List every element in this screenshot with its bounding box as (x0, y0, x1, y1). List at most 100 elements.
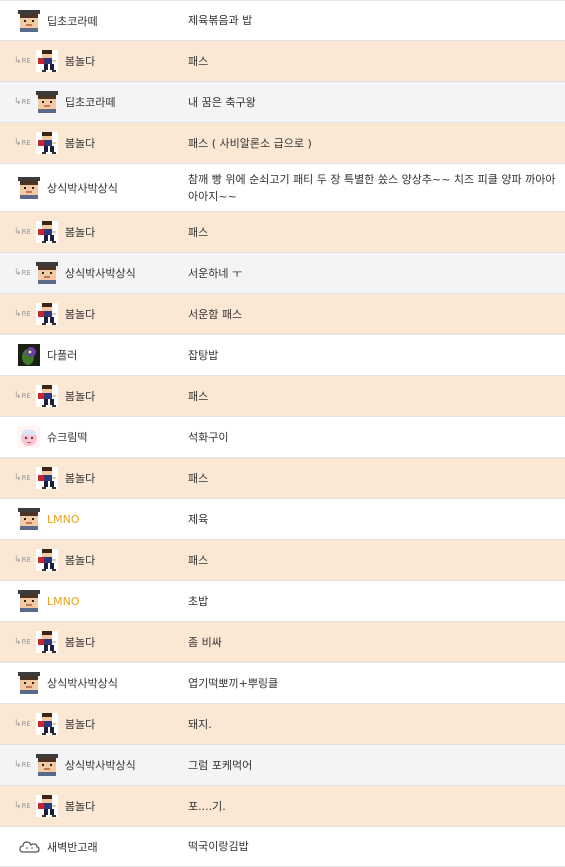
commenter[interactable]: ↳RE 딥초코라떼 (14, 82, 115, 122)
nickname[interactable]: 새벽반고래 (47, 839, 98, 855)
pixel-student-avatar-icon[interactable] (35, 754, 58, 776)
commenter[interactable]: ↳RE 봄놀다 (14, 786, 95, 826)
comment-text: 패스 ( 사비알론소 급으로 ) (188, 136, 312, 150)
reply-arrow-icon: ↳RE (14, 56, 31, 66)
commenter[interactable]: LMNO (18, 581, 80, 621)
nickname[interactable]: LMNO (47, 595, 80, 608)
pixel-student-avatar-icon[interactable] (18, 672, 40, 694)
nickname[interactable]: 상식박사박상식 (47, 675, 118, 691)
comment-reply-row[interactable]: ↳RE 봄놀다 패스 (0, 376, 565, 417)
nickname[interactable]: 다플러 (47, 347, 77, 363)
nickname[interactable]: 딥초코라떼 (65, 94, 116, 110)
nickname[interactable]: LMNO (47, 513, 80, 526)
comment-reply-row[interactable]: ↳RE 봄놀다 패스 (0, 41, 565, 82)
nickname[interactable]: 슈크림떡 (47, 429, 87, 445)
comment-reply-row[interactable]: ↳RE 봄놀다 서운함 패스 (0, 294, 565, 335)
nickname[interactable]: 딥초코라떼 (47, 13, 98, 29)
comment-reply-row[interactable]: ↳RE 봄놀다 패스 (0, 540, 565, 581)
reply-arrow-icon: ↳RE (14, 227, 31, 237)
comment-text: 포....기. (188, 799, 226, 813)
pixel-student-avatar-icon[interactable] (35, 262, 58, 284)
comment-reply-row[interactable]: ↳RE 상식박사박상식 그럼 포케먹어 (0, 745, 565, 786)
comment-reply-row[interactable]: ↳RE 봄놀다 패스 (0, 458, 565, 499)
comment-row[interactable]: 다플러 잡탕밥 (0, 335, 565, 376)
comment-reply-row[interactable]: ↳RE 봄놀다 포....기. (0, 786, 565, 827)
comment-row[interactable]: 새벽반고래 떡국이랑김밥 (0, 827, 565, 867)
commenter[interactable]: ↳RE 상식박사박상식 (14, 745, 136, 785)
commenter[interactable]: 상식박사박상식 (18, 663, 118, 703)
comment-reply-row[interactable]: ↳RE 봄놀다 돼지. (0, 704, 565, 745)
commenter[interactable]: ↳RE 봄놀다 (14, 458, 95, 498)
pixel-runner-avatar-icon[interactable] (35, 795, 58, 817)
comment-reply-row[interactable]: ↳RE 딥초코라떼 내 꿈은 축구왕 (0, 82, 565, 123)
commenter[interactable]: ↳RE 봄놀다 (14, 376, 95, 416)
reply-arrow-icon: ↳RE (14, 801, 31, 811)
comment-text: 제육 (188, 512, 209, 526)
commenter[interactable]: 딥초코라떼 (18, 1, 98, 40)
nickname[interactable]: 상식박사박상식 (65, 265, 136, 281)
nickname[interactable]: 상식박사박상식 (65, 757, 136, 773)
comment-reply-row[interactable]: ↳RE 상식박사박상식 서운하네 ㅜ (0, 253, 565, 294)
reply-arrow-icon: ↳RE (14, 637, 31, 647)
nickname[interactable]: 봄놀다 (65, 798, 95, 814)
comment-text: 서운함 패스 (188, 307, 243, 321)
nickname[interactable]: 봄놀다 (65, 552, 95, 568)
nickname[interactable]: 봄놀다 (65, 224, 95, 240)
reply-arrow-icon: ↳RE (14, 555, 31, 565)
commenter[interactable]: ↳RE 상식박사박상식 (14, 253, 136, 293)
comment-text: 돼지. (188, 717, 212, 731)
pixel-student-avatar-icon[interactable] (18, 176, 40, 199)
comment-row[interactable]: LMNO 제육 (0, 499, 565, 540)
comment-list: 딥초코라떼 제육볶음과 밥 ↳RE 봄놀다 패스 ↳RE 딥초코라떼 내 꿈은 축구왕 ↳RE 봄… (0, 0, 565, 867)
comment-text: 엽기떡뽀끼+뿌링클 (188, 676, 279, 690)
commenter[interactable]: ↳RE 봄놀다 (14, 41, 95, 81)
reply-arrow-icon: ↳RE (14, 309, 31, 319)
nickname[interactable]: 봄놀다 (65, 306, 95, 322)
nickname[interactable]: 봄놀다 (65, 470, 95, 486)
comment-row[interactable]: 슈크림떡 석화구이 (0, 417, 565, 458)
comment-reply-row[interactable]: ↳RE 봄놀다 좀 비싸 (0, 622, 565, 663)
commenter[interactable]: 슈크림떡 (18, 417, 87, 457)
commenter[interactable]: ↳RE 봄놀다 (14, 540, 95, 580)
pixel-student-avatar-icon[interactable] (18, 590, 40, 612)
nickname[interactable]: 봄놀다 (65, 388, 95, 404)
comment-reply-row[interactable]: ↳RE 봄놀다 패스 (0, 212, 565, 253)
comment-text: 석화구이 (188, 430, 229, 444)
nickname[interactable]: 봄놀다 (65, 135, 95, 151)
pixel-student-avatar-icon[interactable] (35, 91, 58, 113)
pixel-runner-avatar-icon[interactable] (35, 132, 58, 154)
comment-reply-row[interactable]: ↳RE 봄놀다 패스 ( 사비알론소 급으로 ) (0, 123, 565, 164)
cloud-outline-avatar-icon[interactable] (18, 836, 40, 858)
pixel-runner-avatar-icon[interactable] (35, 467, 58, 489)
commenter[interactable]: 다플러 (18, 335, 77, 375)
commenter[interactable]: ↳RE 봄놀다 (14, 123, 95, 163)
pixel-runner-avatar-icon[interactable] (35, 549, 58, 571)
nickname[interactable]: 상식박사박상식 (47, 180, 118, 196)
pixel-runner-avatar-icon[interactable] (35, 631, 58, 653)
commenter[interactable]: 상식박사박상식 (18, 164, 118, 211)
commenter[interactable]: ↳RE 봄놀다 (14, 294, 95, 334)
comment-text: 패스 (188, 54, 209, 68)
commenter[interactable]: ↳RE 봄놀다 (14, 704, 95, 744)
dark-creature-avatar-icon[interactable] (18, 344, 40, 366)
nickname[interactable]: 봄놀다 (65, 53, 95, 69)
comment-row[interactable]: 상식박사박상식 엽기떡뽀끼+뿌링클 (0, 663, 565, 704)
pixel-runner-avatar-icon[interactable] (35, 221, 58, 243)
comment-row[interactable]: 딥초코라떼 제육볶음과 밥 (0, 1, 565, 41)
comment-text: 내 꿈은 축구왕 (188, 95, 256, 109)
comment-row[interactable]: LMNO 초밥 (0, 581, 565, 622)
pixel-runner-avatar-icon[interactable] (35, 50, 58, 72)
nickname[interactable]: 봄놀다 (65, 634, 95, 650)
pink-character-avatar-icon[interactable] (18, 426, 40, 448)
pixel-runner-avatar-icon[interactable] (35, 385, 58, 407)
commenter[interactable]: ↳RE 봄놀다 (14, 622, 95, 662)
pixel-runner-avatar-icon[interactable] (35, 303, 58, 325)
commenter[interactable]: ↳RE 봄놀다 (14, 212, 95, 252)
nickname[interactable]: 봄놀다 (65, 716, 95, 732)
pixel-student-avatar-icon[interactable] (18, 9, 40, 32)
pixel-student-avatar-icon[interactable] (18, 508, 40, 530)
commenter[interactable]: LMNO (18, 499, 80, 539)
pixel-runner-avatar-icon[interactable] (35, 713, 58, 735)
comment-row[interactable]: 상식박사박상식 참깨 빵 위에 순쇠고기 패티 두 장 특별한 쏬스 양상추~~ … (0, 164, 565, 212)
commenter[interactable]: 새벽반고래 (18, 827, 98, 866)
